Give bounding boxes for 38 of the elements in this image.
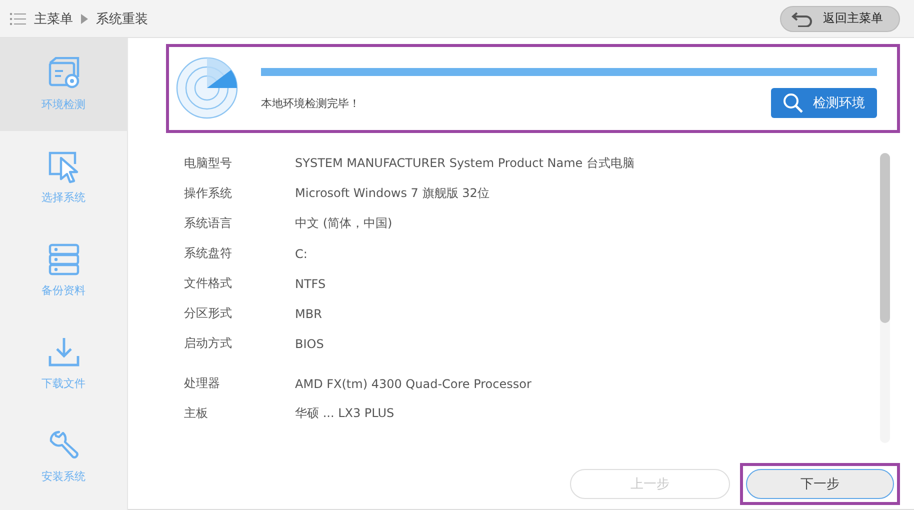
sidebar-item[interactable]: 下载文件 — [0, 317, 127, 410]
sidebar-item[interactable]: 选择系统 — [0, 131, 127, 224]
sidebar-item[interactable]: 备份资料 — [0, 224, 127, 317]
menu-icon[interactable] — [10, 12, 26, 24]
info-value: SYSTEM MANUFACTURER System Product Name 台式电脑 — [295, 155, 634, 172]
info-value: C: — [295, 246, 308, 261]
info-label: 系统语言 — [184, 215, 233, 232]
return-arrow-icon — [791, 10, 813, 26]
info-label: 操作系统 — [184, 185, 233, 202]
next-button[interactable]: 下一步 — [746, 468, 894, 499]
info-value: AMD FX(tm) 4300 Quad-Core Processor — [295, 376, 532, 391]
breadcrumb-item[interactable]: 系统重装 — [96, 10, 148, 28]
info-label: 分区形式 — [184, 305, 233, 322]
info-value: 中文 (简体，中国) — [295, 215, 392, 232]
sidebar-item[interactable]: 环境检测 — [0, 38, 127, 131]
info-value: BIOS — [295, 336, 324, 351]
info-value: NTFS — [295, 276, 326, 291]
info-value: Microsoft Windows 7 旗舰版 32位 — [295, 185, 490, 202]
search-icon — [783, 93, 803, 114]
storage-icon — [46, 243, 80, 277]
info-label: 电脑型号 — [184, 155, 233, 172]
info-value: 华硕 ... LX3 PLUS — [295, 405, 394, 422]
detect-button[interactable]: 检测环境 — [771, 88, 877, 118]
info-value: MBR — [295, 306, 322, 321]
info-label: 处理器 — [184, 375, 221, 392]
back-button[interactable]: 返回主菜单 — [780, 6, 900, 32]
chevron-icon — [81, 14, 88, 24]
radar-icon — [175, 56, 239, 120]
status-message: 本地环境检测完毕！ — [261, 96, 360, 111]
breadcrumb-item[interactable]: 主菜单 — [34, 10, 73, 28]
cursor-icon — [46, 150, 80, 184]
gear-box-icon — [46, 57, 80, 91]
sidebar-item[interactable]: 安装系统 — [0, 410, 127, 503]
info-label: 文件格式 — [184, 275, 233, 292]
scrollbar[interactable] — [880, 152, 890, 443]
info-label: 主板 — [184, 405, 209, 422]
info-label: 启动方式 — [184, 335, 233, 352]
info-label: 系统盘符 — [184, 245, 233, 262]
